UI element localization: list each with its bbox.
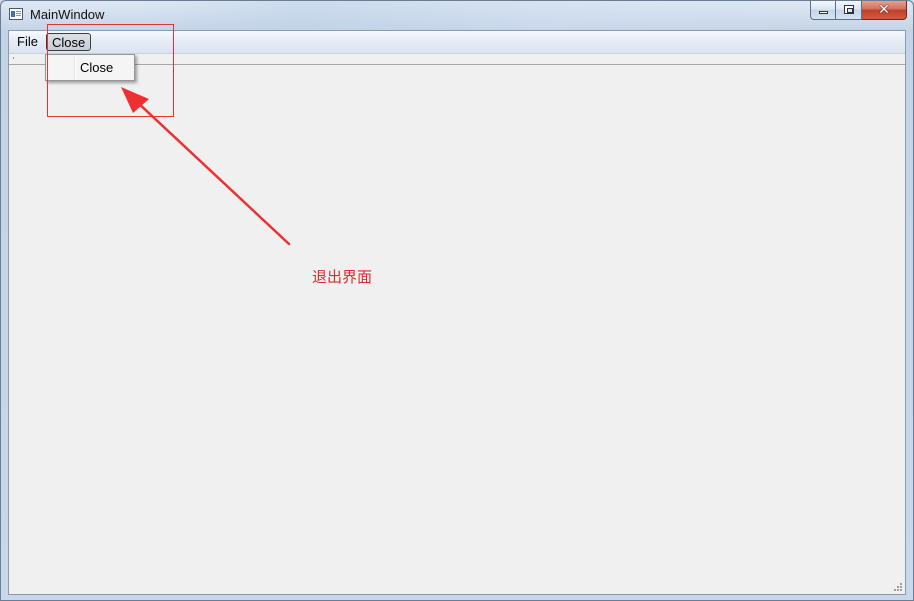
main-window: MainWindow ✕ File Close Close 退出界面 (0, 0, 914, 601)
annotation-label: 退出界面 (312, 268, 373, 286)
annotation-arrow (121, 87, 291, 246)
